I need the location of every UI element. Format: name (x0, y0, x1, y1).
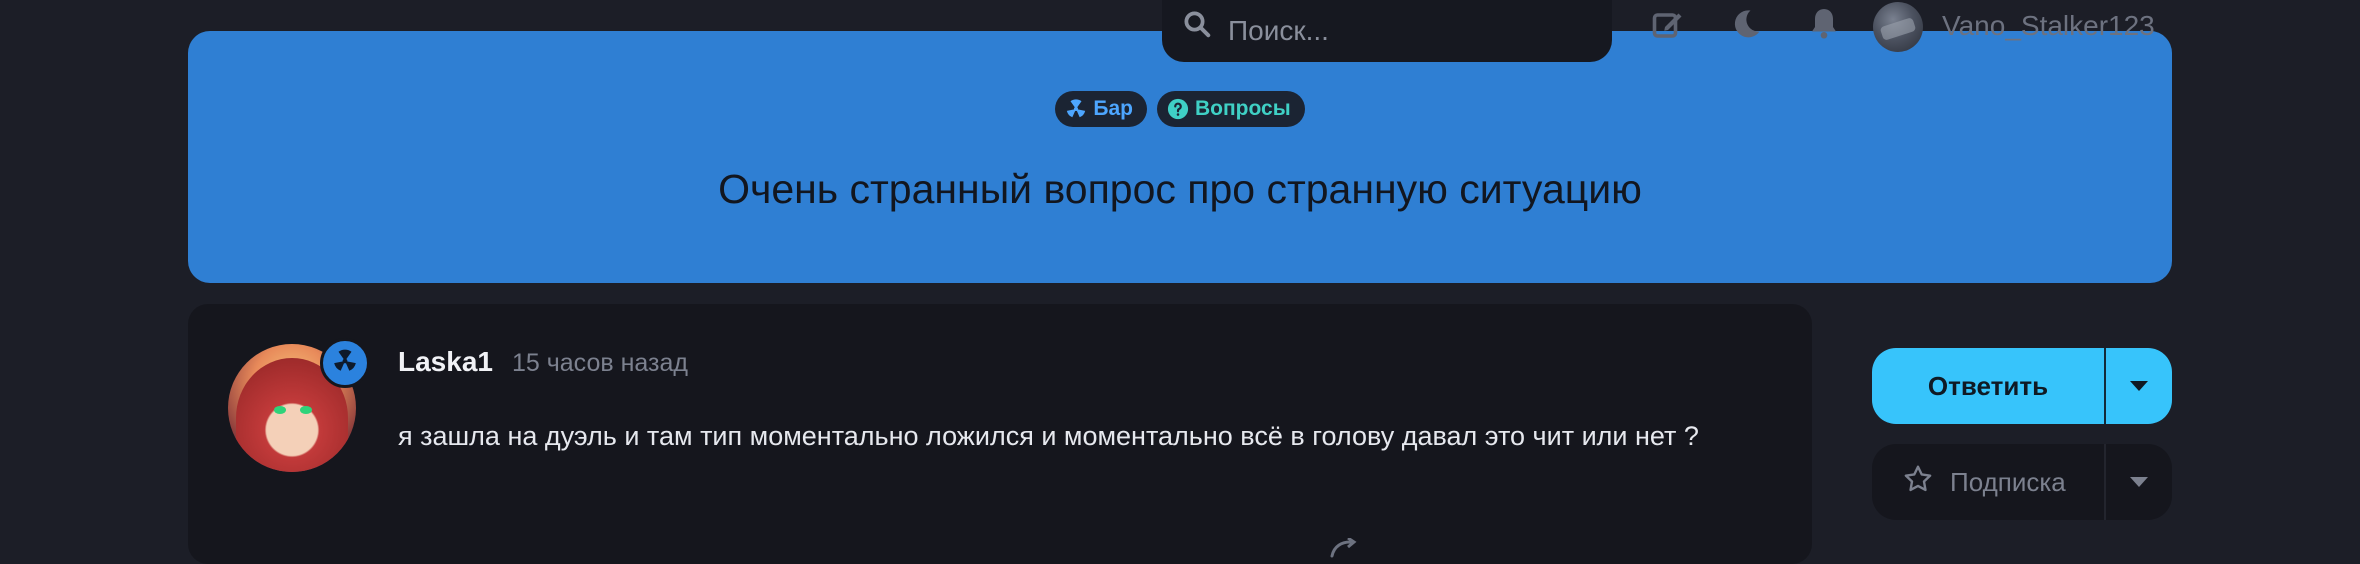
username[interactable]: Vano_Stalker123 (1942, 10, 2155, 42)
post-body: я зашла на дуэль и там тип моментально л… (398, 421, 1699, 451)
theme-toggle-button[interactable] (1726, 6, 1766, 46)
chevron-down-icon (2130, 477, 2148, 487)
search-input[interactable] (1226, 4, 1590, 48)
compose-icon (1650, 6, 1686, 47)
radiation-icon (1065, 98, 1087, 120)
topic-tags: Бар Вопросы (188, 91, 2172, 127)
tag-bar[interactable]: Бар (1055, 91, 1147, 127)
star-icon (1902, 463, 1934, 502)
reply-button[interactable]: Ответить (1872, 348, 2104, 424)
topic-header: Бар Вопросы Очень странный вопрос про ст… (188, 31, 2172, 283)
subscribe-button[interactable]: Подписка (1872, 444, 2104, 520)
notifications-button[interactable] (1804, 6, 1844, 46)
author-badge (320, 338, 370, 388)
subscribe-button-group: Подписка (1872, 444, 2172, 520)
search-bar[interactable] (1162, 0, 1612, 62)
topic-title: Очень странный вопрос про странную ситуа… (718, 166, 1642, 212)
subscribe-options-button[interactable] (2106, 444, 2172, 520)
reply-button-group: Ответить (1872, 348, 2172, 424)
reaction-icon[interactable] (1328, 536, 1358, 558)
search-icon (1182, 9, 1212, 44)
user-avatar[interactable] (1873, 2, 1923, 52)
divider (2104, 348, 2106, 424)
question-circle-icon (1167, 98, 1189, 120)
post-card: Laska1 15 часов назад я зашла на дуэль и… (188, 304, 1812, 564)
author-name[interactable]: Laska1 (398, 346, 493, 378)
tag-questions[interactable]: Вопросы (1156, 91, 1305, 127)
radiation-icon (332, 348, 358, 379)
tag-label: Бар (1093, 97, 1133, 120)
moon-icon (1728, 6, 1764, 47)
reply-options-button[interactable] (2106, 348, 2172, 424)
post-time[interactable]: 15 часов назад (512, 349, 688, 378)
subscribe-label: Подписка (1950, 466, 2066, 497)
bell-icon (1806, 6, 1842, 47)
chevron-down-icon (2130, 381, 2148, 391)
tag-label: Вопросы (1194, 97, 1291, 120)
new-post-button[interactable] (1648, 6, 1688, 46)
